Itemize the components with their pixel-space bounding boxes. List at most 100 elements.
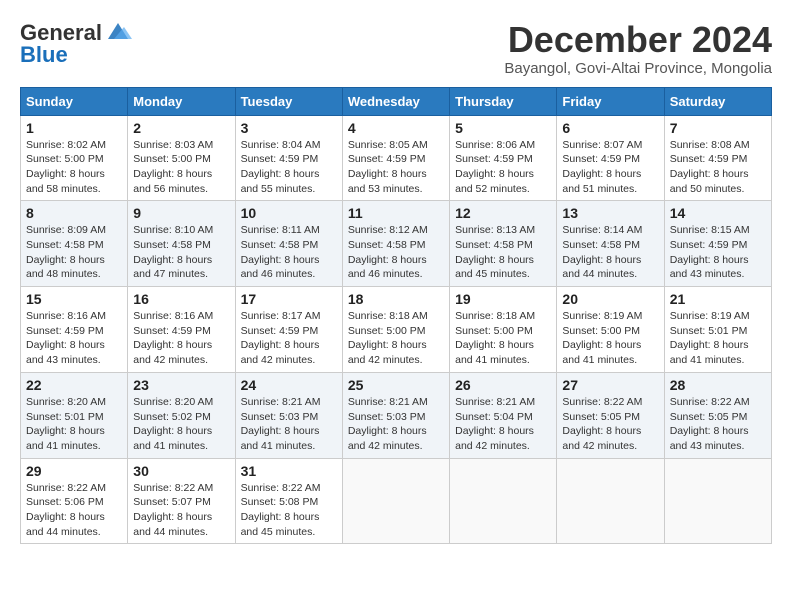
day-number: 10	[241, 205, 337, 221]
calendar-cell: 17Sunrise: 8:17 AMSunset: 4:59 PMDayligh…	[235, 287, 342, 373]
calendar-week-1: 1 Sunrise: 8:02 AMSunset: 5:00 PMDaylight…	[21, 115, 772, 201]
calendar-cell: 8 Sunrise: 8:09 AMSunset: 4:58 PMDaylight…	[21, 201, 128, 287]
title-block: December 2024 Bayangol, Govi-Altai Provi…	[504, 20, 772, 77]
calendar-cell: 27 Sunrise: 8:22 AMSunset: 5:05 PMDayligh…	[557, 372, 664, 458]
day-info: Sunrise: 8:22 AMSunset: 5:08 PMDaylight:…	[241, 481, 337, 540]
calendar-cell: 22Sunrise: 8:20 AMSunset: 5:01 PMDayligh…	[21, 372, 128, 458]
day-number: 11	[348, 205, 444, 221]
calendar-cell: 15 Sunrise: 8:16 AMSunset: 4:59 PMDayligh…	[21, 287, 128, 373]
logo-icon	[104, 21, 132, 43]
calendar-cell: 23 Sunrise: 8:20 AMSunset: 5:02 PMDayligh…	[128, 372, 235, 458]
calendar-table: SundayMondayTuesdayWednesdayThursdayFrid…	[20, 87, 772, 545]
day-number: 8	[26, 205, 122, 221]
day-info: Sunrise: 8:16 AMSunset: 4:59 PMDaylight:…	[26, 309, 122, 368]
day-info: Sunrise: 8:10 AMSunset: 4:58 PMDaylight:…	[133, 223, 229, 282]
day-number: 5	[455, 120, 551, 136]
day-number: 21	[670, 291, 766, 307]
calendar-week-4: 22Sunrise: 8:20 AMSunset: 5:01 PMDayligh…	[21, 372, 772, 458]
calendar-cell: 14Sunrise: 8:15 AMSunset: 4:59 PMDayligh…	[664, 201, 771, 287]
day-number: 2	[133, 120, 229, 136]
day-number: 27	[562, 377, 658, 393]
day-info: Sunrise: 8:06 AMSunset: 4:59 PMDaylight:…	[455, 138, 551, 197]
calendar-cell: 9 Sunrise: 8:10 AMSunset: 4:58 PMDaylight…	[128, 201, 235, 287]
day-number: 7	[670, 120, 766, 136]
day-info: Sunrise: 8:22 AMSunset: 5:05 PMDaylight:…	[562, 395, 658, 454]
calendar-cell: 29 Sunrise: 8:22 AMSunset: 5:06 PMDayligh…	[21, 458, 128, 544]
day-info: Sunrise: 8:02 AMSunset: 5:00 PMDaylight:…	[26, 138, 122, 197]
calendar-cell: 10 Sunrise: 8:11 AMSunset: 4:58 PMDayligh…	[235, 201, 342, 287]
day-number: 28	[670, 377, 766, 393]
day-number: 30	[133, 463, 229, 479]
day-info: Sunrise: 8:04 AMSunset: 4:59 PMDaylight:…	[241, 138, 337, 197]
day-header-tuesday: Tuesday	[235, 87, 342, 115]
day-number: 14	[670, 205, 766, 221]
day-info: Sunrise: 8:19 AMSunset: 5:00 PMDaylight:…	[562, 309, 658, 368]
calendar-cell: 6 Sunrise: 8:07 AMSunset: 4:59 PMDaylight…	[557, 115, 664, 201]
day-info: Sunrise: 8:05 AMSunset: 4:59 PMDaylight:…	[348, 138, 444, 197]
day-number: 19	[455, 291, 551, 307]
day-number: 24	[241, 377, 337, 393]
day-info: Sunrise: 8:11 AMSunset: 4:58 PMDaylight:…	[241, 223, 337, 282]
day-header-sunday: Sunday	[21, 87, 128, 115]
calendar-week-2: 8 Sunrise: 8:09 AMSunset: 4:58 PMDaylight…	[21, 201, 772, 287]
day-number: 1	[26, 120, 122, 136]
calendar-cell: 21 Sunrise: 8:19 AMSunset: 5:01 PMDayligh…	[664, 287, 771, 373]
day-number: 15	[26, 291, 122, 307]
day-number: 22	[26, 377, 122, 393]
calendar-cell: 30 Sunrise: 8:22 AMSunset: 5:07 PMDayligh…	[128, 458, 235, 544]
day-info: Sunrise: 8:19 AMSunset: 5:01 PMDaylight:…	[670, 309, 766, 368]
day-header-monday: Monday	[128, 87, 235, 115]
calendar-cell: 24 Sunrise: 8:21 AMSunset: 5:03 PMDayligh…	[235, 372, 342, 458]
day-info: Sunrise: 8:03 AMSunset: 5:00 PMDaylight:…	[133, 138, 229, 197]
day-number: 23	[133, 377, 229, 393]
day-number: 25	[348, 377, 444, 393]
logo: General Blue	[20, 20, 132, 68]
calendar-cell: 5 Sunrise: 8:06 AMSunset: 4:59 PMDaylight…	[450, 115, 557, 201]
day-number: 12	[455, 205, 551, 221]
calendar-cell: 20Sunrise: 8:19 AMSunset: 5:00 PMDayligh…	[557, 287, 664, 373]
calendar-cell	[664, 458, 771, 544]
day-number: 16	[133, 291, 229, 307]
calendar-week-5: 29 Sunrise: 8:22 AMSunset: 5:06 PMDayligh…	[21, 458, 772, 544]
day-number: 18	[348, 291, 444, 307]
calendar-cell: 16 Sunrise: 8:16 AMSunset: 4:59 PMDayligh…	[128, 287, 235, 373]
day-info: Sunrise: 8:21 AMSunset: 5:03 PMDaylight:…	[241, 395, 337, 454]
calendar-cell: 18Sunrise: 8:18 AMSunset: 5:00 PMDayligh…	[342, 287, 449, 373]
day-info: Sunrise: 8:07 AMSunset: 4:59 PMDaylight:…	[562, 138, 658, 197]
calendar-cell: 12 Sunrise: 8:13 AMSunset: 4:58 PMDayligh…	[450, 201, 557, 287]
calendar-cell: 7 Sunrise: 8:08 AMSunset: 4:59 PMDaylight…	[664, 115, 771, 201]
page-header: General Blue December 2024 Bayangol, Gov…	[20, 20, 772, 77]
day-info: Sunrise: 8:20 AMSunset: 5:02 PMDaylight:…	[133, 395, 229, 454]
calendar-cell: 26Sunrise: 8:21 AMSunset: 5:04 PMDayligh…	[450, 372, 557, 458]
month-title: December 2024	[504, 20, 772, 60]
day-number: 31	[241, 463, 337, 479]
day-info: Sunrise: 8:13 AMSunset: 4:58 PMDaylight:…	[455, 223, 551, 282]
day-number: 9	[133, 205, 229, 221]
calendar-cell	[557, 458, 664, 544]
day-number: 13	[562, 205, 658, 221]
day-number: 17	[241, 291, 337, 307]
calendar-cell: 19 Sunrise: 8:18 AMSunset: 5:00 PMDayligh…	[450, 287, 557, 373]
calendar-cell: 1 Sunrise: 8:02 AMSunset: 5:00 PMDaylight…	[21, 115, 128, 201]
day-info: Sunrise: 8:09 AMSunset: 4:58 PMDaylight:…	[26, 223, 122, 282]
day-info: Sunrise: 8:22 AMSunset: 5:06 PMDaylight:…	[26, 481, 122, 540]
calendar-cell: 3Sunrise: 8:04 AMSunset: 4:59 PMDaylight…	[235, 115, 342, 201]
day-info: Sunrise: 8:16 AMSunset: 4:59 PMDaylight:…	[133, 309, 229, 368]
day-number: 6	[562, 120, 658, 136]
day-info: Sunrise: 8:21 AMSunset: 5:04 PMDaylight:…	[455, 395, 551, 454]
day-info: Sunrise: 8:08 AMSunset: 4:59 PMDaylight:…	[670, 138, 766, 197]
calendar-cell: 31 Sunrise: 8:22 AMSunset: 5:08 PMDayligh…	[235, 458, 342, 544]
day-header-friday: Friday	[557, 87, 664, 115]
location: Bayangol, Govi-Altai Province, Mongolia	[504, 60, 772, 77]
day-number: 4	[348, 120, 444, 136]
day-info: Sunrise: 8:14 AMSunset: 4:58 PMDaylight:…	[562, 223, 658, 282]
day-info: Sunrise: 8:22 AMSunset: 5:07 PMDaylight:…	[133, 481, 229, 540]
day-info: Sunrise: 8:18 AMSunset: 5:00 PMDaylight:…	[455, 309, 551, 368]
calendar-cell: 25 Sunrise: 8:21 AMSunset: 5:03 PMDayligh…	[342, 372, 449, 458]
calendar-week-3: 15 Sunrise: 8:16 AMSunset: 4:59 PMDayligh…	[21, 287, 772, 373]
day-number: 29	[26, 463, 122, 479]
day-info: Sunrise: 8:21 AMSunset: 5:03 PMDaylight:…	[348, 395, 444, 454]
logo-blue-text: Blue	[20, 42, 68, 68]
calendar-cell: 28 Sunrise: 8:22 AMSunset: 5:05 PMDayligh…	[664, 372, 771, 458]
day-info: Sunrise: 8:22 AMSunset: 5:05 PMDaylight:…	[670, 395, 766, 454]
